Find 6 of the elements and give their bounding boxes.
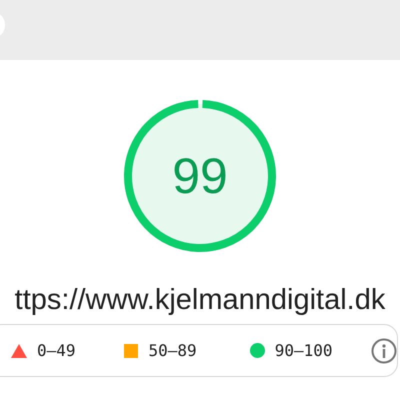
score-value: 99: [172, 151, 228, 201]
score-range: 90–100: [274, 340, 333, 362]
score-range: 50–89: [148, 340, 197, 362]
score-range: 0–49: [37, 340, 76, 362]
page-url: ttps://www.kjelmanndigital.dk: [14, 284, 386, 316]
info-icon[interactable]: [371, 338, 397, 364]
